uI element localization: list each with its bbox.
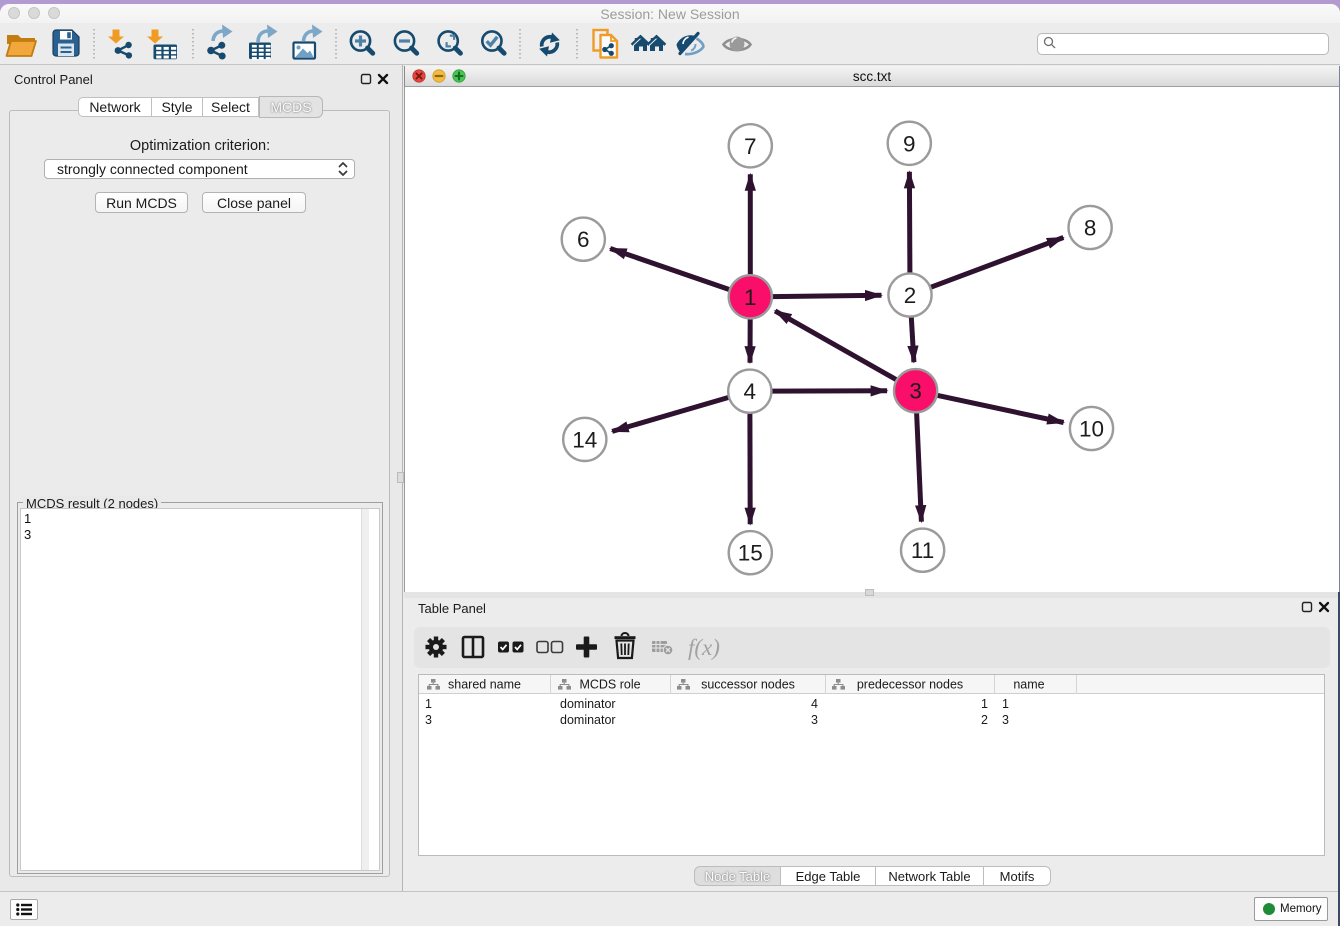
svg-text:shared name: shared name [448, 678, 521, 692]
svg-text:8: 8 [1084, 216, 1097, 241]
svg-text:7: 7 [744, 134, 757, 159]
svg-text:f(x): f(x) [688, 635, 720, 660]
svg-text:2: 2 [904, 283, 917, 308]
svg-text:1: 1 [744, 285, 757, 310]
svg-text:MCDS role: MCDS role [579, 678, 640, 692]
svg-text:9: 9 [903, 131, 916, 156]
svg-text:4: 4 [744, 379, 757, 404]
svg-text:6: 6 [577, 227, 590, 252]
svg-text:10: 10 [1079, 417, 1104, 442]
svg-text:predecessor nodes: predecessor nodes [857, 678, 963, 692]
svg-text:14: 14 [572, 427, 597, 452]
svg-text:successor nodes: successor nodes [701, 678, 795, 692]
svg-text:3: 3 [909, 379, 922, 404]
svg-text:11: 11 [911, 538, 934, 563]
svg-text:name: name [1013, 678, 1044, 692]
svg-text:15: 15 [738, 541, 763, 566]
